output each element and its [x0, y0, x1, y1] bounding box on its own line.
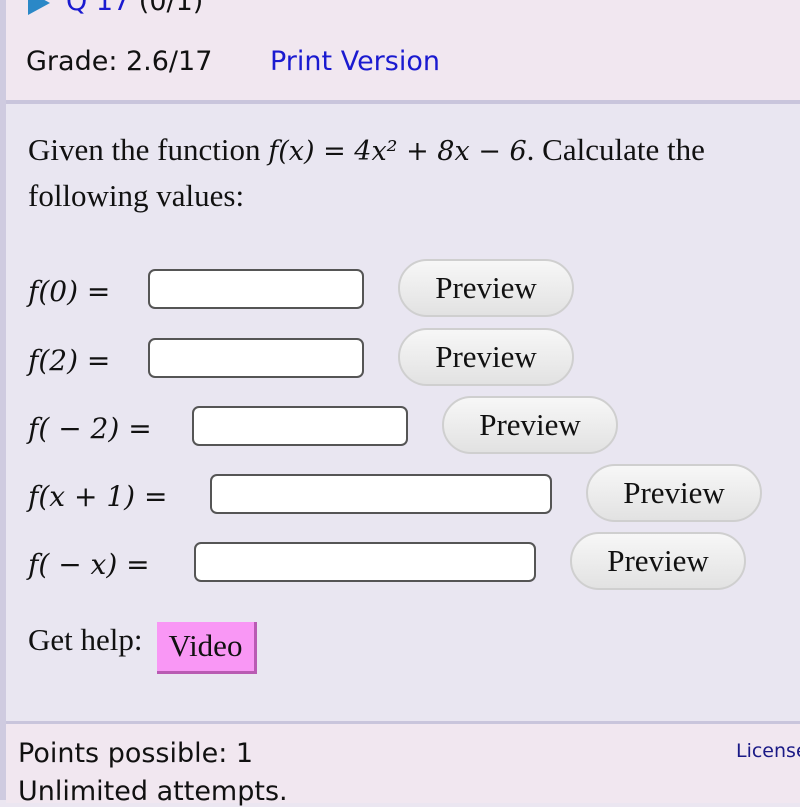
- points-possible: Points possible: 1: [18, 738, 254, 769]
- question-body: Given the function f(x) = 4x² + 8x − 6. …: [6, 104, 800, 721]
- question-nav: Q 17 (0/1): [28, 0, 203, 17]
- preview-button[interactable]: Preview: [398, 259, 574, 317]
- function-expression: f(x) = 4x² + 8x − 6: [268, 136, 527, 167]
- question-link[interactable]: Q 17: [66, 0, 130, 17]
- preview-button[interactable]: Preview: [586, 464, 762, 522]
- expand-triangle-icon[interactable]: [28, 0, 50, 15]
- question-footer: Points possible: 1 Unlimited attempts. L…: [6, 721, 800, 807]
- print-version-link[interactable]: Print Version: [270, 46, 440, 77]
- video-help-button[interactable]: Video: [157, 622, 257, 674]
- get-help-label: Get help:: [28, 622, 143, 657]
- prompt-text: Given the function: [28, 132, 269, 167]
- grade-text: Grade: 2.6/17: [26, 46, 213, 77]
- preview-button[interactable]: Preview: [570, 532, 746, 590]
- answer-label: f(0) =: [28, 275, 111, 308]
- answer-input-f2[interactable]: [148, 338, 364, 378]
- answer-input-f-neg-x[interactable]: [194, 542, 536, 582]
- answer-label: f( − 2) =: [28, 412, 152, 445]
- preview-button[interactable]: Preview: [398, 328, 574, 386]
- answer-label: f( − x) =: [28, 548, 150, 581]
- question-score: (0/1): [138, 0, 204, 17]
- answer-input-f-neg2[interactable]: [192, 406, 408, 446]
- answer-input-f0[interactable]: [148, 269, 364, 309]
- answer-label: f(x + 1) =: [28, 480, 168, 513]
- question-prompt: Given the function f(x) = 4x² + 8x − 6. …: [28, 128, 798, 218]
- preview-button[interactable]: Preview: [442, 396, 618, 454]
- answer-label: f(2) =: [28, 344, 111, 377]
- answer-input-f-x-plus-1[interactable]: [210, 474, 552, 514]
- license-link[interactable]: License: [736, 740, 800, 762]
- question-header: Q 17 (0/1) Grade: 2.6/17 Print Version: [6, 0, 800, 104]
- attempts-info: Unlimited attempts.: [18, 776, 288, 807]
